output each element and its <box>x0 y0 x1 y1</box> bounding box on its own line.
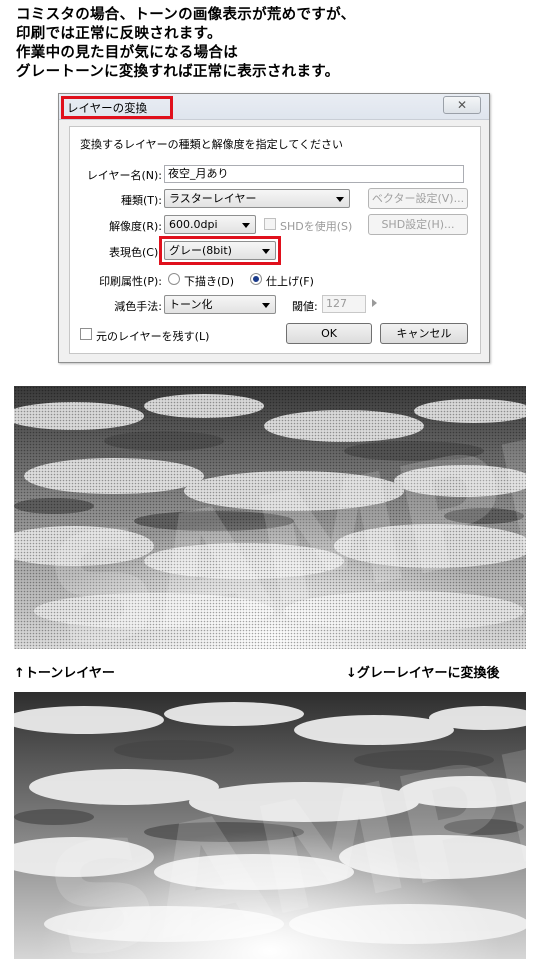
type-select-value: ラスターレイヤー <box>169 192 257 205</box>
tone-layer-caption: ↑トーンレイヤー <box>14 666 115 681</box>
type-label: 種類(T): <box>120 194 162 207</box>
layer-name-input[interactable]: 夜空_月あり <box>164 165 464 183</box>
use-shd-checkbox[interactable] <box>264 218 276 230</box>
gray-layer-caption: ↓グレーレイヤーに変換後 <box>346 666 500 681</box>
intro-text: コミスタの場合、トーンの画像表示が荒めですが、 印刷では正常に反映されます。 作… <box>16 6 536 82</box>
print-attr-label: 印刷属性(P): <box>99 275 162 288</box>
color-highlight-box <box>159 236 281 265</box>
reduction-label: 減色手法: <box>114 300 162 313</box>
resolution-select-value: 600.0dpi <box>169 218 218 231</box>
threshold-label: 閾値: <box>292 300 318 313</box>
chevron-down-icon <box>242 223 250 228</box>
resolution-label: 解像度(R): <box>109 220 162 233</box>
ok-button[interactable]: OK <box>286 323 372 344</box>
spin-right-icon <box>372 299 377 307</box>
print-draft-radio[interactable] <box>168 273 180 285</box>
gray-layer-image: SAMPLE <box>14 692 526 959</box>
type-select[interactable]: ラスターレイヤー <box>164 189 350 208</box>
chevron-down-icon <box>336 197 344 202</box>
dialog-titlebar[interactable]: レイヤーの変換 ✕ <box>59 94 489 120</box>
keep-original-label: 元のレイヤーを残す(L) <box>96 330 210 343</box>
instruction-text: 変換するレイヤーの種類と解像度を指定してください <box>80 138 344 151</box>
close-icon: ✕ <box>456 98 468 112</box>
intro-line-1: コミスタの場合、トーンの画像表示が荒めですが、 <box>16 7 356 23</box>
use-shd-label: SHDを使用(S) <box>280 220 353 233</box>
intro-line-2: 印刷では正常に反映されます。 <box>16 26 222 42</box>
cancel-button[interactable]: キャンセル <box>380 323 468 344</box>
threshold-input[interactable]: 127 <box>322 295 366 313</box>
layer-name-label: レイヤー名(N): <box>86 169 162 182</box>
chevron-down-icon <box>262 303 270 308</box>
reduction-select[interactable]: トーン化 <box>164 295 276 314</box>
intro-line-3: 作業中の見た目が気になる場合は <box>16 45 238 61</box>
tone-layer-image: SAMPLE <box>14 386 526 649</box>
print-final-radio[interactable] <box>250 273 262 285</box>
keep-original-checkbox[interactable] <box>80 328 92 340</box>
resolution-select[interactable]: 600.0dpi <box>164 215 256 234</box>
color-label: 表現色(C): <box>109 246 162 259</box>
shd-settings-button[interactable]: SHD設定(H)... <box>368 214 468 235</box>
print-draft-label: 下描き(D) <box>184 275 235 288</box>
intro-line-4: グレートーンに変換すれば正常に表示されます。 <box>16 64 340 80</box>
layer-convert-dialog: レイヤーの変換 ✕ 変換するレイヤーの種類と解像度を指定してください レイヤー名… <box>58 93 490 363</box>
title-highlight-box <box>61 96 173 119</box>
reduction-select-value: トーン化 <box>169 298 213 311</box>
dialog-panel: 変換するレイヤーの種類と解像度を指定してください レイヤー名(N): 夜空_月あ… <box>69 126 481 354</box>
close-button[interactable]: ✕ <box>443 96 481 114</box>
vector-settings-button[interactable]: ベクター設定(V)... <box>368 188 468 209</box>
print-final-label: 仕上げ(F) <box>266 275 314 288</box>
